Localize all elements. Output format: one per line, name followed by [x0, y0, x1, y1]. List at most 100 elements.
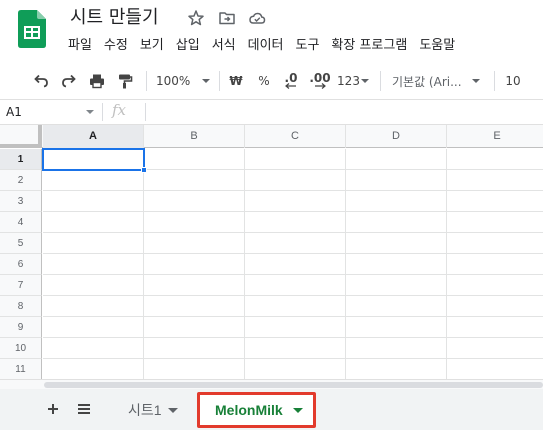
cell-a3[interactable] — [43, 191, 144, 212]
menu-view[interactable]: 보기 — [134, 34, 170, 58]
cell-e9[interactable] — [447, 317, 543, 338]
redo-icon[interactable] — [58, 71, 80, 91]
cell-b10[interactable] — [144, 338, 245, 359]
cloud-saved-icon[interactable] — [248, 9, 266, 27]
cell-d9[interactable] — [346, 317, 447, 338]
horizontal-scrollbar[interactable] — [0, 379, 543, 389]
cell-b11[interactable] — [144, 359, 245, 380]
cell-d10[interactable] — [346, 338, 447, 359]
chevron-down-icon[interactable] — [292, 407, 303, 413]
star-icon[interactable] — [187, 9, 205, 27]
cell-a5[interactable] — [43, 233, 144, 254]
cell-b5[interactable] — [144, 233, 245, 254]
document-title[interactable]: 시트 만들기 — [68, 4, 161, 32]
cell-a6[interactable] — [43, 254, 144, 275]
cell-c7[interactable] — [245, 275, 346, 296]
cell-a10[interactable] — [43, 338, 144, 359]
zoom-select[interactable]: 100% — [156, 71, 214, 91]
decrease-decimal-button[interactable]: .0 — [280, 71, 302, 91]
currency-format-button[interactable]: ₩ — [226, 71, 246, 91]
sheets-logo-icon[interactable] — [18, 10, 46, 48]
cell-c4[interactable] — [245, 212, 346, 233]
row-header-9[interactable]: 9 — [0, 317, 42, 338]
cell-d2[interactable] — [346, 170, 447, 191]
cell-c5[interactable] — [245, 233, 346, 254]
column-header-a[interactable]: A — [43, 125, 144, 148]
cell-b2[interactable] — [144, 170, 245, 191]
cell-e6[interactable] — [447, 254, 543, 275]
increase-decimal-button[interactable]: .00 — [308, 71, 332, 91]
menu-file[interactable]: 파일 — [62, 34, 98, 58]
print-icon[interactable] — [86, 71, 108, 91]
cell-d5[interactable] — [346, 233, 447, 254]
menu-extensions[interactable]: 확장 프로그램 — [325, 34, 413, 58]
cell-a7[interactable] — [43, 275, 144, 296]
font-family-select[interactable]: 기본값 (Ari... — [392, 71, 484, 91]
cell-d6[interactable] — [346, 254, 447, 275]
font-size-input[interactable]: 10 — [503, 71, 523, 91]
chevron-down-icon[interactable] — [167, 407, 178, 413]
scrollbar-thumb[interactable] — [44, 382, 543, 388]
cell-c6[interactable] — [245, 254, 346, 275]
row-header-8[interactable]: 8 — [0, 296, 42, 317]
row-header-4[interactable]: 4 — [0, 212, 42, 233]
cell-d4[interactable] — [346, 212, 447, 233]
fill-handle[interactable] — [141, 167, 147, 173]
row-header-11[interactable]: 11 — [0, 359, 42, 380]
select-all-corner[interactable] — [0, 125, 42, 148]
menu-help[interactable]: 도움말 — [413, 34, 461, 58]
cell-e3[interactable] — [447, 191, 543, 212]
all-sheets-button[interactable] — [74, 397, 94, 421]
row-header-7[interactable]: 7 — [0, 275, 42, 296]
cell-b4[interactable] — [144, 212, 245, 233]
cell-d7[interactable] — [346, 275, 447, 296]
row-header-3[interactable]: 3 — [0, 191, 42, 212]
cell-e2[interactable] — [447, 170, 543, 191]
column-header-e[interactable]: E — [447, 125, 543, 148]
cell-b3[interactable] — [144, 191, 245, 212]
cell-e8[interactable] — [447, 296, 543, 317]
add-sheet-button[interactable] — [43, 397, 63, 421]
cell-b8[interactable] — [144, 296, 245, 317]
cell-c1[interactable] — [245, 149, 346, 170]
cell-d3[interactable] — [346, 191, 447, 212]
cell-c10[interactable] — [245, 338, 346, 359]
row-header-2[interactable]: 2 — [0, 170, 42, 191]
menu-tools[interactable]: 도구 — [290, 34, 326, 58]
cell-e10[interactable] — [447, 338, 543, 359]
cell-c2[interactable] — [245, 170, 346, 191]
cell-b9[interactable] — [144, 317, 245, 338]
row-header-1[interactable]: 1 — [0, 149, 42, 170]
cell-b6[interactable] — [144, 254, 245, 275]
cell-c11[interactable] — [245, 359, 346, 380]
cell-a1[interactable] — [43, 149, 144, 170]
cell-e5[interactable] — [447, 233, 543, 254]
cell-e11[interactable] — [447, 359, 543, 380]
cell-d1[interactable] — [346, 149, 447, 170]
cell-a4[interactable] — [43, 212, 144, 233]
menu-insert[interactable]: 삽입 — [170, 34, 206, 58]
cell-d11[interactable] — [346, 359, 447, 380]
row-header-5[interactable]: 5 — [0, 233, 42, 254]
cell-a2[interactable] — [43, 170, 144, 191]
column-header-d[interactable]: D — [346, 125, 447, 148]
cell-e4[interactable] — [447, 212, 543, 233]
column-header-b[interactable]: B — [144, 125, 245, 148]
row-header-6[interactable]: 6 — [0, 254, 42, 275]
cell-a8[interactable] — [43, 296, 144, 317]
cell-c9[interactable] — [245, 317, 346, 338]
row-header-10[interactable]: 10 — [0, 338, 42, 359]
menu-edit[interactable]: 수정 — [98, 34, 134, 58]
move-to-folder-icon[interactable] — [218, 9, 236, 27]
cell-e7[interactable] — [447, 275, 543, 296]
sheet-tab-1[interactable]: 시트1 — [116, 395, 190, 425]
cell-c8[interactable] — [245, 296, 346, 317]
cell-a9[interactable] — [43, 317, 144, 338]
menu-data[interactable]: 데이터 — [242, 34, 290, 58]
cell-d8[interactable] — [346, 296, 447, 317]
sheet-tab-melonmilk[interactable]: MelonMilk — [197, 392, 316, 428]
cell-b7[interactable] — [144, 275, 245, 296]
undo-icon[interactable] — [30, 71, 52, 91]
percent-format-button[interactable]: % — [254, 71, 274, 91]
column-header-c[interactable]: C — [245, 125, 346, 148]
